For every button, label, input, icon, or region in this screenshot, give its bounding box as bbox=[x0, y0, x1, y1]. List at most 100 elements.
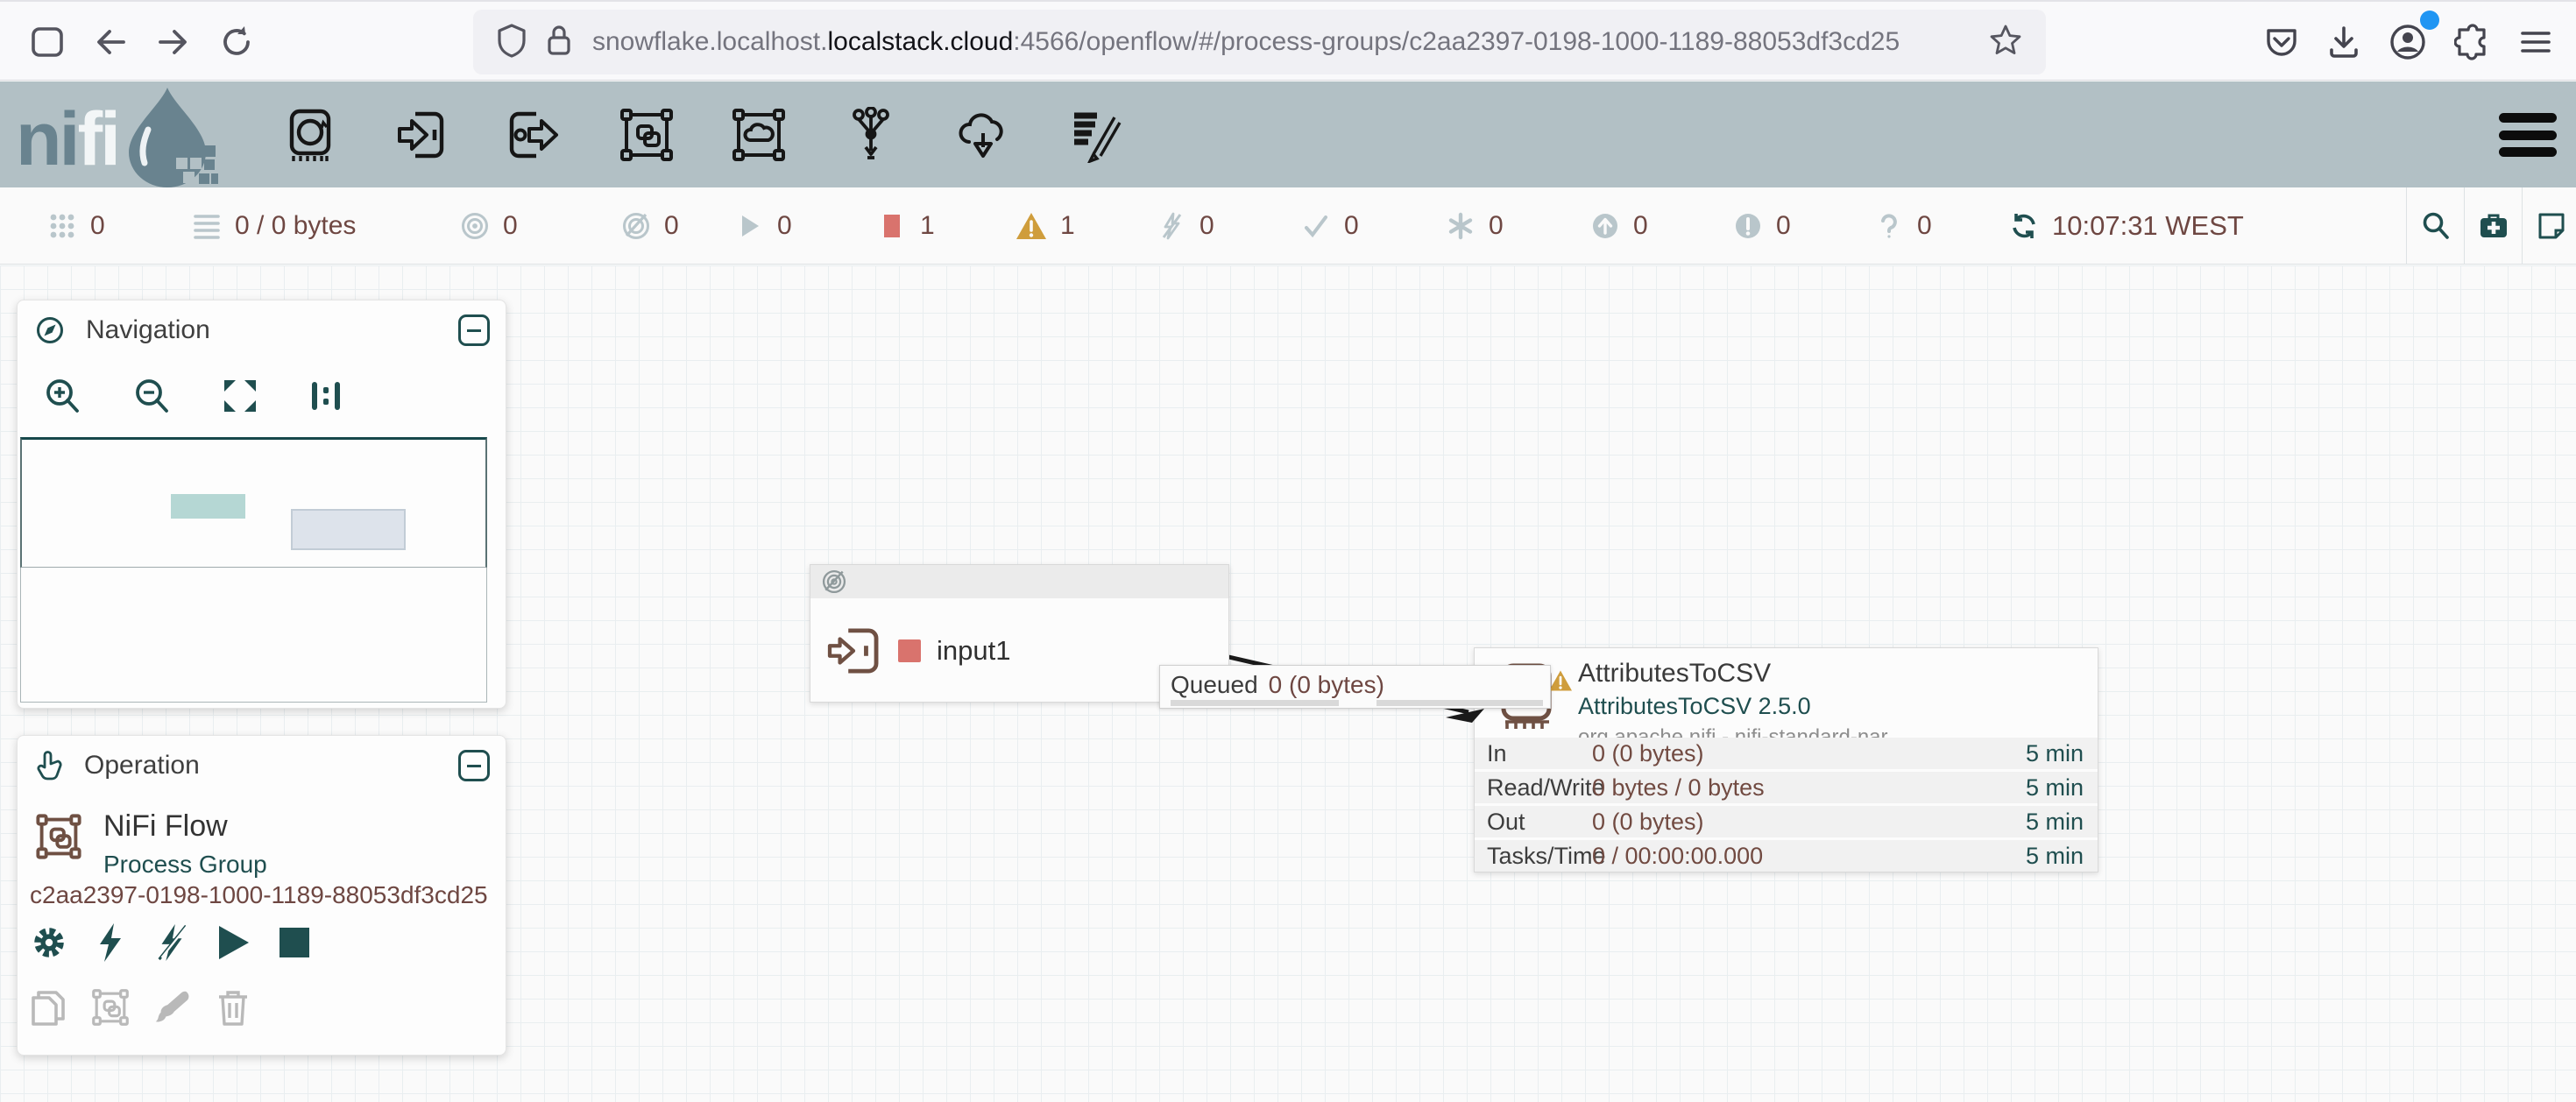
status-stopped: 1 bbox=[877, 187, 935, 265]
browser-toolbar: snowflake.localhost.localstack.cloud:456… bbox=[0, 0, 2576, 81]
cluster-health-button[interactable] bbox=[2464, 187, 2522, 265]
url-bar[interactable]: snowflake.localhost.localstack.cloud:456… bbox=[473, 10, 2046, 74]
logo-text-fi: fi bbox=[77, 91, 118, 187]
selected-flow-name: NiFi Flow bbox=[103, 809, 267, 844]
group-button[interactable] bbox=[91, 986, 130, 1028]
extensions-icon[interactable] bbox=[2445, 14, 2501, 70]
queued-value: 0 (0 bytes) bbox=[1269, 671, 1384, 698]
palette-flow-download-icon[interactable] bbox=[954, 106, 1012, 164]
queue-count-bar bbox=[1171, 700, 1339, 706]
search-button[interactable] bbox=[2406, 187, 2464, 265]
asterisk-icon bbox=[1446, 211, 1476, 241]
stat-row-out: Out 0 (0 bytes) 5 min bbox=[1475, 806, 2098, 837]
status-running: 0 bbox=[734, 187, 792, 265]
nifi-drop-icon bbox=[122, 84, 218, 187]
status-refresh: 10:07:31 WEST bbox=[2009, 187, 2244, 265]
configure-button[interactable] bbox=[30, 922, 68, 964]
enable-button[interactable] bbox=[91, 922, 130, 964]
check-icon bbox=[1301, 211, 1331, 241]
browser-menu-icon[interactable] bbox=[2508, 14, 2564, 70]
status-active-threads: 0 bbox=[47, 187, 105, 265]
compass-icon bbox=[35, 315, 65, 345]
zoom-fit-button[interactable] bbox=[221, 377, 259, 420]
processor-invalid-warning-icon bbox=[1548, 669, 1573, 696]
selected-flow-type: Process Group bbox=[103, 851, 267, 879]
navigation-panel: Navigation bbox=[17, 300, 506, 709]
running-play-icon bbox=[734, 211, 764, 241]
color-button[interactable] bbox=[152, 986, 191, 1028]
palette-output-port-icon[interactable] bbox=[506, 106, 563, 164]
nifi-global-menu-icon[interactable] bbox=[2499, 113, 2557, 157]
operation-title: Operation bbox=[84, 751, 200, 781]
status-not-transmitting: 0 bbox=[621, 187, 679, 265]
refresh-icon[interactable] bbox=[2009, 211, 2039, 241]
threads-icon bbox=[47, 211, 77, 241]
component-palette bbox=[281, 106, 1124, 164]
palette-input-port-icon[interactable] bbox=[393, 106, 451, 164]
zoom-actual-button[interactable] bbox=[308, 377, 343, 420]
copy-button[interactable] bbox=[30, 986, 68, 1028]
delete-button[interactable] bbox=[214, 986, 252, 1028]
navigation-title: Navigation bbox=[86, 315, 210, 345]
url-text[interactable]: snowflake.localhost.localstack.cloud:456… bbox=[592, 27, 1900, 57]
stat-row-readwrite: Read/Write 0 bytes / 0 bytes 5 min bbox=[1475, 772, 2098, 803]
account-badge bbox=[2420, 11, 2439, 30]
transmitting-icon bbox=[460, 211, 490, 241]
port-stopped-status bbox=[898, 639, 921, 662]
disable-button[interactable] bbox=[152, 922, 191, 964]
bookmark-star-icon[interactable] bbox=[1988, 23, 2023, 62]
question-icon bbox=[1874, 211, 1904, 241]
status-invalid: 1 bbox=[1016, 187, 1075, 265]
input-port-name: input1 bbox=[937, 635, 1010, 667]
birdseye-viewport[interactable] bbox=[20, 437, 487, 568]
processor-stats-table: In 0 (0 bytes) 5 min Read/Write 0 bytes … bbox=[1475, 738, 2098, 874]
start-button[interactable] bbox=[214, 922, 252, 964]
nifi-logo: nifi bbox=[16, 81, 218, 187]
palette-remote-process-group-icon[interactable] bbox=[730, 106, 788, 164]
palette-processor-icon[interactable] bbox=[281, 106, 339, 164]
status-transmitting: 0 bbox=[460, 187, 518, 265]
palette-process-group-icon[interactable] bbox=[618, 106, 676, 164]
processor-name: AttributesToCSV bbox=[1578, 659, 1888, 689]
input-port-icon bbox=[826, 627, 881, 675]
operation-panel: Operation NiFi Flow Process Group c2aa23… bbox=[17, 735, 506, 1056]
status-sync-failure: 0 bbox=[1874, 187, 1932, 265]
account-icon[interactable] bbox=[2380, 14, 2436, 70]
navigation-collapse-button[interactable] bbox=[458, 314, 490, 346]
connection-queued-label[interactable]: Queued0 (0 bytes) bbox=[1159, 665, 1551, 709]
queued-list-icon bbox=[192, 211, 222, 241]
bulletins-button[interactable] bbox=[2522, 187, 2576, 265]
status-locally-modified-stale: 0 bbox=[1733, 187, 1791, 265]
palette-funnel-icon[interactable] bbox=[842, 106, 900, 164]
back-button[interactable] bbox=[83, 14, 139, 70]
status-locally-modified: 0 bbox=[1446, 187, 1504, 265]
processor-type-version: AttributesToCSV 2.5.0 bbox=[1578, 693, 1888, 720]
flow-canvas[interactable]: input1 AttributesToCSV AttributesToCSV 2… bbox=[0, 265, 2576, 1102]
stop-button[interactable] bbox=[275, 922, 314, 964]
pocket-icon[interactable] bbox=[2254, 14, 2310, 70]
downloads-icon[interactable] bbox=[2316, 14, 2372, 70]
navigation-tools bbox=[18, 353, 506, 420]
hand-pointer-icon bbox=[35, 750, 63, 781]
status-up-to-date: 0 bbox=[1301, 187, 1359, 265]
operation-collapse-button[interactable] bbox=[458, 750, 490, 781]
reload-button[interactable] bbox=[209, 14, 265, 70]
zoom-in-button[interactable] bbox=[42, 376, 82, 420]
zoom-out-button[interactable] bbox=[131, 376, 172, 420]
disabled-bolt-icon bbox=[1157, 211, 1186, 241]
logo-text-ni: ni bbox=[16, 91, 77, 187]
stopped-square-icon bbox=[877, 211, 907, 241]
window-icon[interactable] bbox=[19, 14, 75, 70]
port-not-transmitting-icon bbox=[821, 569, 847, 595]
forward-button[interactable] bbox=[145, 14, 201, 70]
birdseye-minimap[interactable] bbox=[20, 437, 487, 703]
last-refreshed-time: 10:07:31 WEST bbox=[2052, 210, 2244, 242]
birdseye-processor bbox=[291, 509, 406, 550]
input-port-header bbox=[810, 565, 1228, 598]
processor-component[interactable]: AttributesToCSV AttributesToCSV 2.5.0 or… bbox=[1474, 647, 2098, 872]
shield-icon[interactable] bbox=[496, 23, 527, 62]
lock-icon[interactable] bbox=[545, 23, 573, 62]
birdseye-input-port bbox=[171, 494, 245, 519]
stale-up-arrow-icon bbox=[1590, 211, 1620, 241]
palette-label-icon[interactable] bbox=[1066, 106, 1124, 164]
